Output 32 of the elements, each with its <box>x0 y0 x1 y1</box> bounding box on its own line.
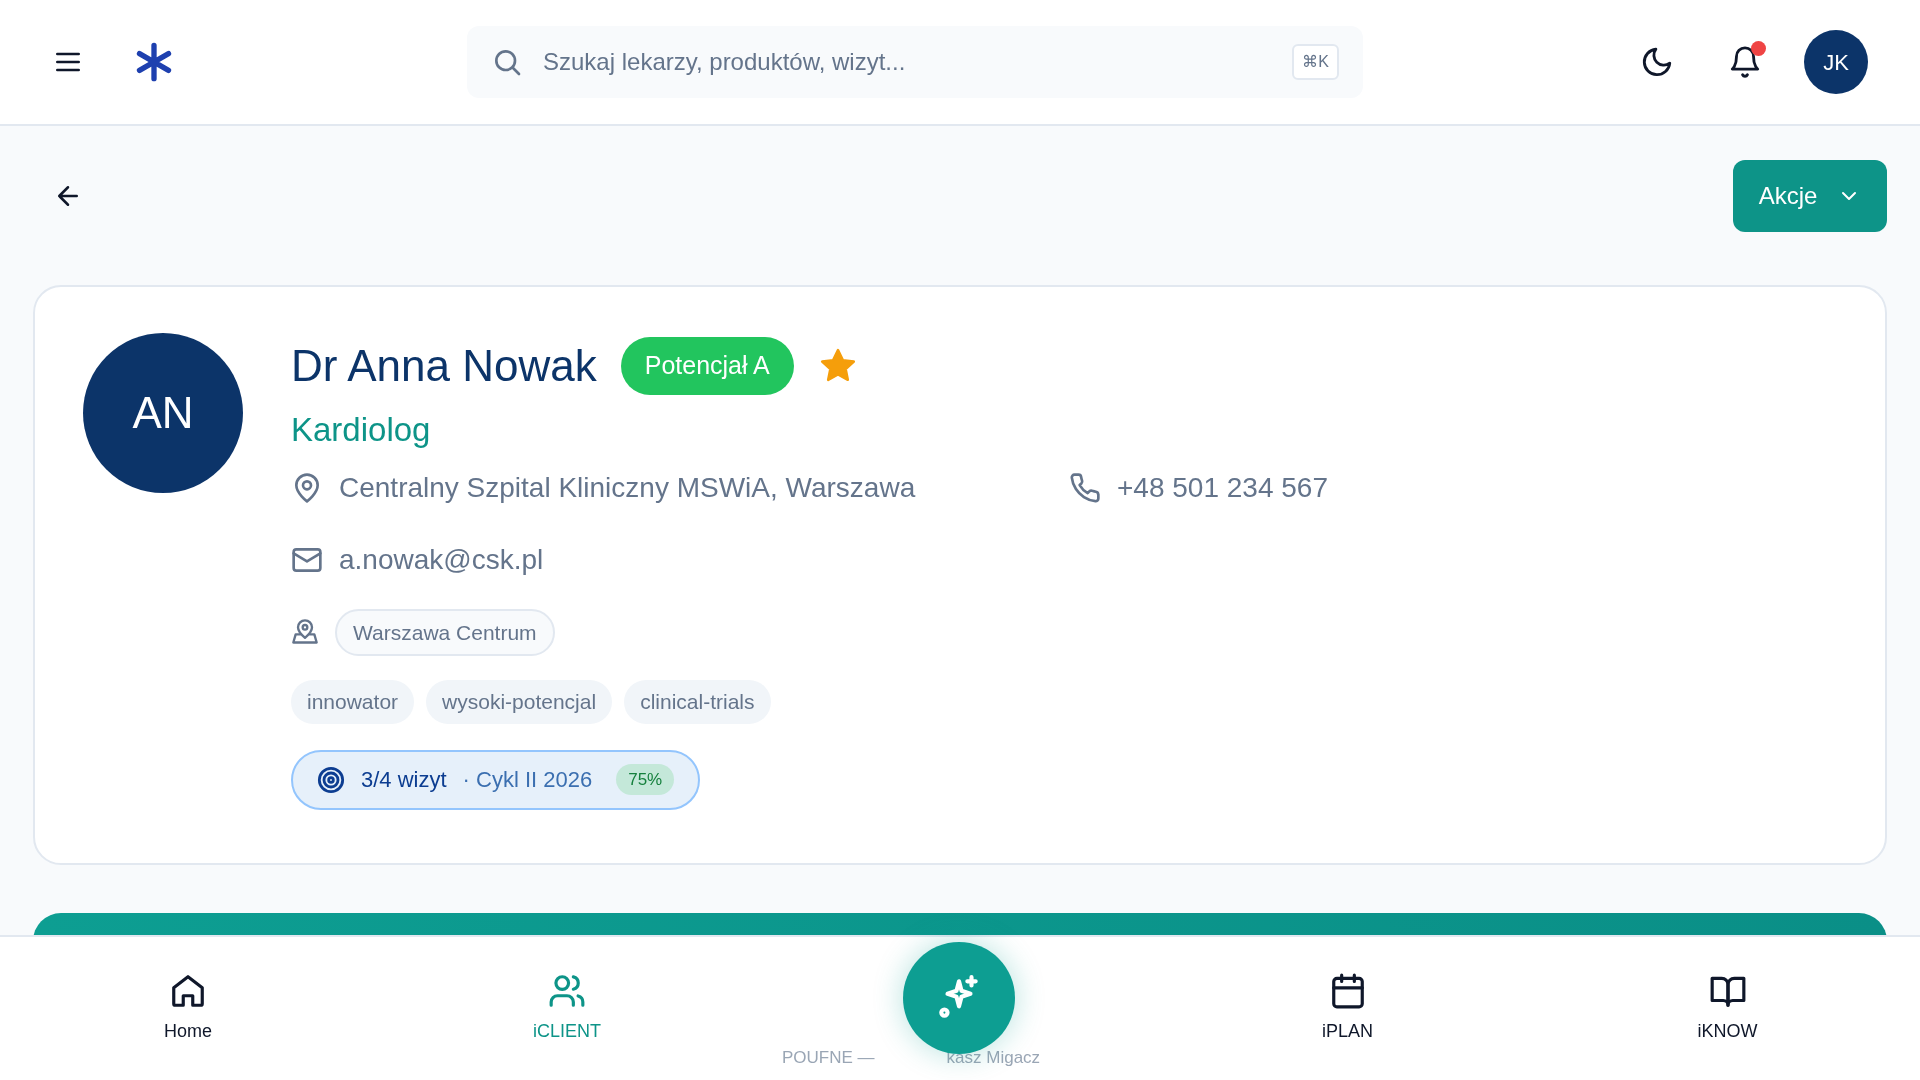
nav-tab[interactable]: Home <box>0 972 376 1045</box>
cycle-label: · Cykl II 2026 <box>462 766 593 794</box>
potential-badge: Potencjał A <box>620 337 794 395</box>
hospital: Centralny Szpital Kliniczny MSWiA, Warszawa <box>339 470 917 505</box>
doctor-name: Dr Anna Nowak <box>291 340 597 392</box>
map-pin-icon <box>291 618 319 647</box>
user-avatar[interactable]: JK <box>1804 30 1868 94</box>
search-input[interactable]: Szukaj lekarzy, produktów, wizyt... <box>543 44 1273 80</box>
nav-tab[interactable]: iKNOW <box>1535 972 1920 1045</box>
target-icon <box>317 765 345 794</box>
tag: clinical-trials <box>624 680 771 724</box>
home-icon <box>169 972 207 1010</box>
phone-number: +48 501 234 567 <box>1117 470 1328 505</box>
nav-tab[interactable]: iCLIENT <box>376 972 758 1045</box>
watermark-text: kasz Migacz <box>946 1046 1041 1069</box>
visit-count: 3/4 wizyt <box>361 766 447 794</box>
tag: innowator <box>291 680 415 724</box>
territory-tag: Warszawa Centrum <box>335 608 555 656</box>
tag: wysoki-potencjal <box>426 680 613 724</box>
nav-tab[interactable]: iPLAN <box>1160 972 1535 1045</box>
doctor-avatar: AN <box>83 333 243 493</box>
phone-icon <box>1069 471 1101 504</box>
asterisk-logo-icon[interactable] <box>134 42 174 82</box>
search-field[interactable]: Szukaj lekarzy, produktów, wizyt... ⌘K <box>467 26 1363 98</box>
email: a.nowak@csk.pl <box>339 542 544 577</box>
users-icon <box>548 972 586 1010</box>
watermark-text: POUFNE — <box>782 1046 875 1069</box>
shortcut-key: ⌘K <box>1292 44 1339 80</box>
dark-mode-icon[interactable] <box>1640 45 1674 79</box>
percent-badge: 75% <box>616 763 675 796</box>
actions-button[interactable]: Akcje <box>1733 160 1887 232</box>
specialty: Kardiolog <box>291 410 432 450</box>
